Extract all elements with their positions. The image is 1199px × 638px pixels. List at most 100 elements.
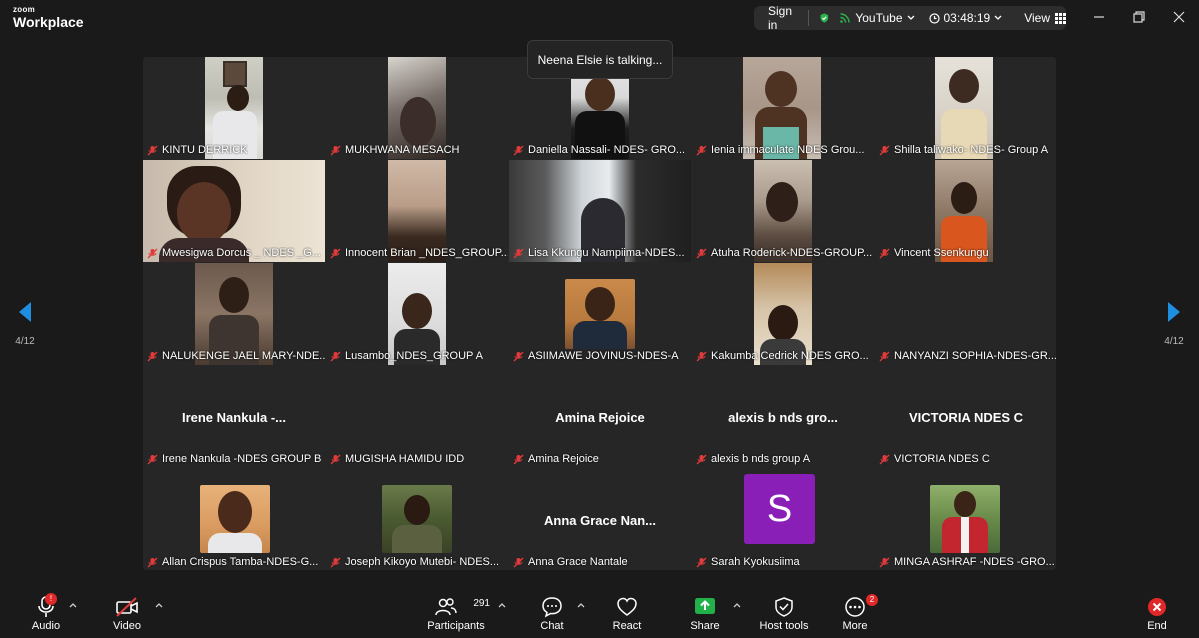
participant-tile[interactable]: Lisa Kkungu Nampiima-NDES... — [509, 160, 691, 262]
participant-tile[interactable]: Atuha Roderick-NDES-GROUP... — [692, 160, 874, 262]
participant-tile[interactable]: MUGISHA HAMIDU IDD — [326, 366, 508, 468]
participant-name-label: Vincent Ssenkungu — [894, 247, 989, 259]
sign-in-button[interactable]: Sign in — [754, 4, 808, 32]
mic-muted-icon — [513, 145, 524, 155]
participant-tile[interactable]: Lusambo_NDES_GROUP A — [326, 263, 508, 365]
end-label: End — [1147, 620, 1167, 632]
participant-tile[interactable]: Mwesigwa Dorcus _ NDES _G... — [143, 160, 325, 262]
mic-muted-icon — [879, 351, 890, 361]
host-tools-label: Host tools — [759, 620, 809, 632]
participant-name: KINTU DERRICK — [147, 144, 248, 156]
chevron-up-icon[interactable] — [577, 602, 585, 608]
restore-icon[interactable] — [1132, 10, 1146, 24]
arrow-left-icon — [19, 302, 31, 322]
participant-name-label: Lusambo_NDES_GROUP A — [345, 350, 483, 362]
participant-name: Lisa Kkungu Nampiima-NDES... — [513, 247, 685, 259]
meeting-timer[interactable]: 03:48:19 — [928, 11, 1003, 25]
share-button[interactable]: Share — [688, 596, 722, 632]
participant-tile[interactable]: Innocent Brian _NDES_GROUP... — [326, 160, 508, 262]
participant-tile[interactable]: Ienia immaculate NDES Grou... — [692, 57, 874, 159]
end-icon — [1148, 598, 1166, 616]
mic-muted-icon — [513, 351, 524, 361]
video-off-icon — [116, 597, 138, 617]
participant-tile[interactable]: Vincent Ssenkungu — [875, 160, 1056, 262]
participant-tile[interactable]: Anna Grace Nan... Anna Grace Nantale — [509, 469, 691, 570]
end-meeting-button[interactable]: End — [1140, 596, 1174, 632]
participant-tile[interactable]: MINGA ASHRAF -NDES -GRO... — [875, 469, 1056, 570]
participant-name: VICTORIA NDES C — [879, 453, 990, 465]
chat-button[interactable]: Chat — [536, 596, 568, 632]
previous-page-button[interactable]: 4/12 — [10, 300, 40, 347]
participant-tile[interactable]: ASIIMAWE JOVINUS-NDES-A — [509, 263, 691, 365]
host-tools-button[interactable]: Host tools — [755, 596, 813, 632]
participants-count: 291 — [473, 598, 490, 609]
participant-name-label: Irene Nankula -NDES GROUP B — [162, 453, 322, 465]
participant-name: Vincent Ssenkungu — [879, 247, 989, 259]
participant-tile[interactable]: Joseph Kikoyo Mutebi- NDES... — [326, 469, 508, 570]
participant-tile[interactable]: NALUKENGE JAEL MARY-NDE... — [143, 263, 325, 365]
mic-muted-icon — [330, 351, 341, 361]
participant-tile[interactable]: NANYANZI SOPHIA-NDES-GR... — [875, 263, 1056, 365]
participant-tile[interactable]: alexis b nds gro... alexis b nds group A — [692, 366, 874, 468]
participant-name: NANYANZI SOPHIA-NDES-GR... — [879, 350, 1056, 362]
participant-name-label: MUKHWANA MESACH — [345, 144, 460, 156]
mic-muted-icon — [330, 557, 341, 567]
participant-tile[interactable]: Amina Rejoice Amina Rejoice — [509, 366, 691, 468]
view-button[interactable]: View — [1024, 11, 1067, 25]
participant-tile[interactable]: VICTORIA NDES C VICTORIA NDES C — [875, 366, 1056, 468]
participant-name-label: Innocent Brian _NDES_GROUP... — [345, 247, 508, 259]
chevron-up-icon[interactable] — [498, 602, 506, 608]
react-button[interactable]: React — [610, 596, 644, 632]
participant-tile[interactable]: Kakumba Cedrick NDES GRO... — [692, 263, 874, 365]
title-bar: zoom Workplace Sign in YouTube 03:48:19 … — [0, 0, 1199, 38]
participant-tile[interactable]: Irene Nankula -... Irene Nankula -NDES G… — [143, 366, 325, 468]
participant-name: Sarah Kyokusiima — [696, 556, 800, 568]
participant-tile[interactable]: Allan Crispus Tamba-NDES-G... — [143, 469, 325, 570]
share-label: Share — [690, 620, 720, 632]
participant-name-label: VICTORIA NDES C — [894, 453, 990, 465]
participant-tile[interactable]: Shilla taliwako- NDES- Group A — [875, 57, 1056, 159]
view-label: View — [1024, 11, 1051, 25]
participant-name: Shilla taliwako- NDES- Group A — [879, 144, 1048, 156]
next-page-button[interactable]: 4/12 — [1159, 300, 1189, 347]
chevron-up-icon[interactable] — [733, 602, 741, 608]
participant-name-label: NALUKENGE JAEL MARY-NDE... — [162, 350, 325, 362]
participants-button[interactable]: 291 Participants — [422, 596, 490, 632]
participant-photo — [565, 279, 635, 349]
arrow-right-icon — [1168, 302, 1180, 322]
participant-tile[interactable]: KINTU DERRICK — [143, 57, 325, 159]
mic-muted-icon — [879, 454, 890, 464]
participants-icon — [435, 598, 457, 616]
clock-icon — [928, 12, 940, 24]
mic-muted-icon — [879, 145, 890, 155]
chat-icon — [542, 597, 562, 618]
mic-muted-icon — [147, 454, 158, 464]
share-screen-icon — [695, 598, 715, 614]
meeting-info-bar: Sign in YouTube 03:48:19 View — [754, 4, 1067, 32]
participant-name: Ienia immaculate NDES Grou... — [696, 144, 864, 156]
mic-muted-icon — [147, 145, 158, 155]
participant-tile[interactable]: MUKHWANA MESACH — [326, 57, 508, 159]
chevron-up-icon[interactable] — [155, 602, 163, 608]
participants-label: Participants — [427, 620, 485, 632]
participant-photo — [200, 485, 270, 553]
livestream-indicator[interactable]: YouTube — [839, 11, 914, 25]
shield-icon — [775, 597, 793, 617]
video-button[interactable]: Video — [110, 596, 144, 632]
gallery-grid: KINTU DERRICK MUKHWANA MESACH Daniella N… — [143, 57, 1056, 570]
shield-check-icon[interactable] — [819, 11, 830, 25]
participant-name-label: KINTU DERRICK — [162, 144, 248, 156]
logo-top: zoom — [13, 5, 36, 14]
participant-name-label: Mwesigwa Dorcus _ NDES _G... — [162, 247, 321, 259]
chevron-up-icon[interactable] — [69, 602, 77, 608]
close-icon[interactable] — [1172, 10, 1186, 24]
mic-muted-icon — [696, 248, 707, 258]
logo-bottom: Workplace — [13, 14, 84, 30]
participant-name-label: Kakumba Cedrick NDES GRO... — [711, 350, 869, 362]
participant-name-label: MINGA ASHRAF -NDES -GRO... — [894, 556, 1055, 568]
participant-tile[interactable]: S Sarah Kyokusiima — [692, 469, 874, 570]
mic-muted-icon — [513, 248, 524, 258]
minimize-icon[interactable] — [1092, 10, 1106, 24]
mic-muted-icon — [147, 557, 158, 567]
participant-name: MINGA ASHRAF -NDES -GRO... — [879, 556, 1055, 568]
